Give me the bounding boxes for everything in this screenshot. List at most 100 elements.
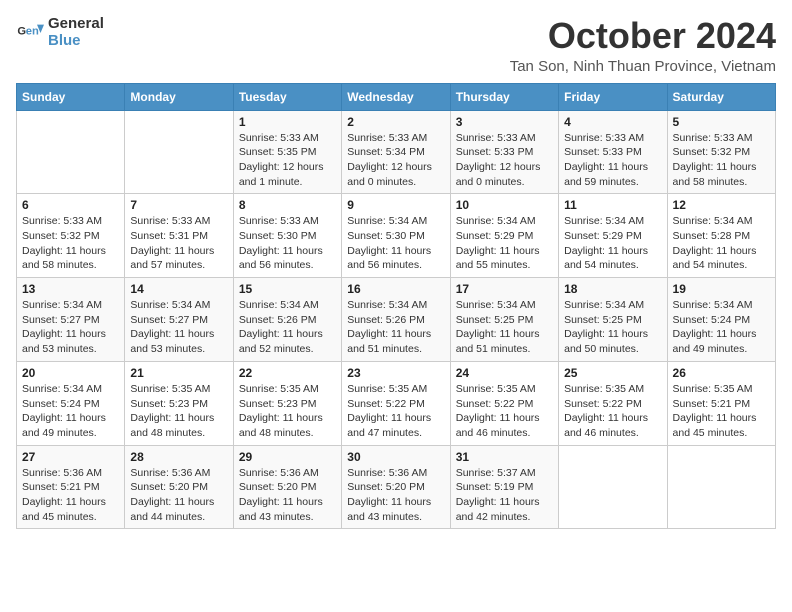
calendar-cell: 18 Sunrise: 5:34 AM Sunset: 5:25 PM Dayli… (559, 278, 667, 362)
day-info: Sunrise: 5:33 AM Sunset: 5:33 PM Dayligh… (456, 131, 553, 190)
day-info: Sunrise: 5:35 AM Sunset: 5:22 PM Dayligh… (564, 382, 661, 441)
calendar-cell: 7Sunrise: 5:33 AM Sunset: 5:31 PM Daylig… (125, 194, 233, 278)
calendar-cell: 6 Sunrise: 5:33 AM Sunset: 5:32 PM Daylig… (17, 194, 125, 278)
day-info: Sunrise: 5:33 AM Sunset: 5:31 PM Dayligh… (130, 214, 227, 273)
calendar-cell: 17 Sunrise: 5:34 AM Sunset: 5:25 PM Dayli… (450, 278, 558, 362)
day-info: Sunrise: 5:34 AM Sunset: 5:29 PM Dayligh… (564, 214, 661, 273)
calendar-cell: 2 Sunrise: 5:33 AM Sunset: 5:34 PM Daylig… (342, 110, 450, 194)
calendar-cell: 26 Sunrise: 5:35 AM Sunset: 5:21 PM Dayli… (667, 361, 775, 445)
day-info: Sunrise: 5:34 AM Sunset: 5:24 PM Dayligh… (673, 298, 770, 357)
title-block: October 2024 Tan Son, Ninh Thuan Provinc… (510, 16, 776, 75)
day-info: Sunrise: 5:34 AM Sunset: 5:27 PM Dayligh… (130, 298, 227, 357)
calendar-cell: 11 Sunrise: 5:34 AM Sunset: 5:29 PM Dayli… (559, 194, 667, 278)
day-number: 17 (456, 282, 553, 296)
day-info: Sunrise: 5:34 AM Sunset: 5:25 PM Dayligh… (456, 298, 553, 357)
header-friday: Friday (559, 83, 667, 110)
calendar-week-2: 6 Sunrise: 5:33 AM Sunset: 5:32 PM Daylig… (17, 194, 776, 278)
calendar-cell: 27Sunrise: 5:36 AM Sunset: 5:21 PM Dayli… (17, 445, 125, 529)
calendar-cell: 20Sunrise: 5:34 AM Sunset: 5:24 PM Dayli… (17, 361, 125, 445)
svg-text:en: en (26, 25, 39, 37)
day-info: Sunrise: 5:33 AM Sunset: 5:34 PM Dayligh… (347, 131, 444, 190)
day-number: 9 (347, 198, 444, 212)
day-info: Sunrise: 5:33 AM Sunset: 5:35 PM Dayligh… (239, 131, 336, 190)
calendar-cell: 10Sunrise: 5:34 AM Sunset: 5:29 PM Dayli… (450, 194, 558, 278)
calendar-cell: 13 Sunrise: 5:34 AM Sunset: 5:27 PM Dayli… (17, 278, 125, 362)
header-thursday: Thursday (450, 83, 558, 110)
day-number: 2 (347, 115, 444, 129)
day-info: Sunrise: 5:34 AM Sunset: 5:28 PM Dayligh… (673, 214, 770, 273)
day-number: 18 (564, 282, 661, 296)
day-number: 19 (673, 282, 770, 296)
day-info: Sunrise: 5:33 AM Sunset: 5:32 PM Dayligh… (22, 214, 119, 273)
calendar-cell (17, 110, 125, 194)
calendar-week-4: 20Sunrise: 5:34 AM Sunset: 5:24 PM Dayli… (17, 361, 776, 445)
calendar-cell: 22 Sunrise: 5:35 AM Sunset: 5:23 PM Dayli… (233, 361, 341, 445)
day-info: Sunrise: 5:35 AM Sunset: 5:22 PM Dayligh… (347, 382, 444, 441)
logo-line1: General (48, 16, 104, 33)
day-info: Sunrise: 5:34 AM Sunset: 5:24 PM Dayligh… (22, 382, 119, 441)
day-number: 16 (347, 282, 444, 296)
day-number: 11 (564, 198, 661, 212)
day-info: Sunrise: 5:35 AM Sunset: 5:23 PM Dayligh… (130, 382, 227, 441)
calendar-week-3: 13 Sunrise: 5:34 AM Sunset: 5:27 PM Dayli… (17, 278, 776, 362)
logo-icon: G en (16, 19, 44, 47)
day-number: 31 (456, 450, 553, 464)
day-info: Sunrise: 5:36 AM Sunset: 5:20 PM Dayligh… (130, 466, 227, 525)
day-number: 21 (130, 366, 227, 380)
day-number: 28 (130, 450, 227, 464)
header-tuesday: Tuesday (233, 83, 341, 110)
calendar-cell: 28 Sunrise: 5:36 AM Sunset: 5:20 PM Dayli… (125, 445, 233, 529)
day-info: Sunrise: 5:34 AM Sunset: 5:27 PM Dayligh… (22, 298, 119, 357)
day-info: Sunrise: 5:33 AM Sunset: 5:33 PM Dayligh… (564, 131, 661, 190)
calendar-cell: 24Sunrise: 5:35 AM Sunset: 5:22 PM Dayli… (450, 361, 558, 445)
calendar-cell: 29 Sunrise: 5:36 AM Sunset: 5:20 PM Dayli… (233, 445, 341, 529)
day-number: 26 (673, 366, 770, 380)
header-monday: Monday (125, 83, 233, 110)
day-number: 22 (239, 366, 336, 380)
day-number: 30 (347, 450, 444, 464)
calendar-cell: 9 Sunrise: 5:34 AM Sunset: 5:30 PM Daylig… (342, 194, 450, 278)
calendar-cell: 21 Sunrise: 5:35 AM Sunset: 5:23 PM Dayli… (125, 361, 233, 445)
header-saturday: Saturday (667, 83, 775, 110)
calendar-table: SundayMondayTuesdayWednesdayThursdayFrid… (16, 83, 776, 530)
calendar-cell: 5Sunrise: 5:33 AM Sunset: 5:32 PM Daylig… (667, 110, 775, 194)
calendar-cell: 3 Sunrise: 5:33 AM Sunset: 5:33 PM Daylig… (450, 110, 558, 194)
day-number: 29 (239, 450, 336, 464)
day-number: 3 (456, 115, 553, 129)
day-number: 8 (239, 198, 336, 212)
day-number: 25 (564, 366, 661, 380)
day-info: Sunrise: 5:36 AM Sunset: 5:20 PM Dayligh… (239, 466, 336, 525)
calendar-cell: 25 Sunrise: 5:35 AM Sunset: 5:22 PM Dayli… (559, 361, 667, 445)
calendar-week-5: 27Sunrise: 5:36 AM Sunset: 5:21 PM Dayli… (17, 445, 776, 529)
day-number: 1 (239, 115, 336, 129)
day-info: Sunrise: 5:34 AM Sunset: 5:26 PM Dayligh… (239, 298, 336, 357)
calendar-cell: 31 Sunrise: 5:37 AM Sunset: 5:19 PM Dayli… (450, 445, 558, 529)
calendar-cell (667, 445, 775, 529)
day-info: Sunrise: 5:34 AM Sunset: 5:26 PM Dayligh… (347, 298, 444, 357)
calendar-cell: 16 Sunrise: 5:34 AM Sunset: 5:26 PM Dayli… (342, 278, 450, 362)
day-info: Sunrise: 5:34 AM Sunset: 5:25 PM Dayligh… (564, 298, 661, 357)
day-number: 13 (22, 282, 119, 296)
location-title: Tan Son, Ninh Thuan Province, Vietnam (510, 58, 776, 75)
calendar-cell: 12Sunrise: 5:34 AM Sunset: 5:28 PM Dayli… (667, 194, 775, 278)
day-number: 14 (130, 282, 227, 296)
logo-line2: Blue (48, 33, 104, 50)
calendar-cell: 4 Sunrise: 5:33 AM Sunset: 5:33 PM Daylig… (559, 110, 667, 194)
day-info: Sunrise: 5:34 AM Sunset: 5:29 PM Dayligh… (456, 214, 553, 273)
calendar-cell: 30Sunrise: 5:36 AM Sunset: 5:20 PM Dayli… (342, 445, 450, 529)
day-info: Sunrise: 5:34 AM Sunset: 5:30 PM Dayligh… (347, 214, 444, 273)
day-info: Sunrise: 5:35 AM Sunset: 5:22 PM Dayligh… (456, 382, 553, 441)
day-info: Sunrise: 5:33 AM Sunset: 5:30 PM Dayligh… (239, 214, 336, 273)
day-number: 6 (22, 198, 119, 212)
day-info: Sunrise: 5:37 AM Sunset: 5:19 PM Dayligh… (456, 466, 553, 525)
calendar-cell: 19 Sunrise: 5:34 AM Sunset: 5:24 PM Dayli… (667, 278, 775, 362)
day-number: 27 (22, 450, 119, 464)
day-number: 15 (239, 282, 336, 296)
day-info: Sunrise: 5:35 AM Sunset: 5:23 PM Dayligh… (239, 382, 336, 441)
calendar-week-1: 1 Sunrise: 5:33 AM Sunset: 5:35 PM Daylig… (17, 110, 776, 194)
calendar-cell: 15 Sunrise: 5:34 AM Sunset: 5:26 PM Dayli… (233, 278, 341, 362)
day-info: Sunrise: 5:35 AM Sunset: 5:21 PM Dayligh… (673, 382, 770, 441)
day-number: 4 (564, 115, 661, 129)
header-wednesday: Wednesday (342, 83, 450, 110)
calendar-cell: 1 Sunrise: 5:33 AM Sunset: 5:35 PM Daylig… (233, 110, 341, 194)
